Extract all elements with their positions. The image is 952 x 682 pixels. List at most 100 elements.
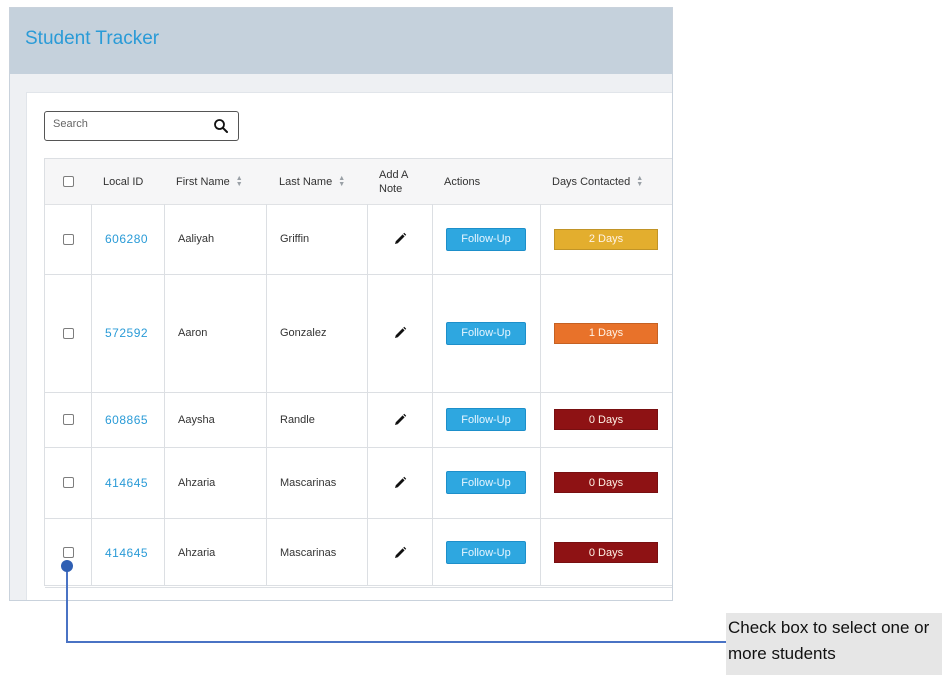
add-note-cell	[393, 447, 407, 518]
actions-cell: Follow-Up	[446, 447, 526, 518]
student-table: Local ID First Name ▲ ▼ Last Name ▲ ▼ Add …	[44, 158, 672, 588]
col-first-name[interactable]: First Name ▲ ▼	[176, 159, 243, 204]
first-name-cell: Aaron	[178, 274, 207, 392]
local-id-cell: 414645	[105, 447, 148, 518]
follow-up-button[interactable]: Follow-Up	[446, 227, 526, 251]
callout-connector-horizontal	[66, 641, 726, 643]
pencil-icon[interactable]	[393, 326, 407, 340]
actions-cell: Follow-Up	[446, 274, 526, 392]
row-select-cell	[63, 274, 74, 392]
actions-cell: Follow-Up	[446, 518, 526, 587]
row-select-cell	[63, 447, 74, 518]
col-local-id-label: Local ID	[103, 175, 144, 188]
col-last-name-label: Last Name	[279, 175, 333, 188]
callout-connector-vertical	[66, 566, 68, 643]
table-header: Local ID First Name ▲ ▼ Last Name ▲ ▼ Add …	[45, 159, 672, 205]
first-name: Aaysha	[178, 413, 215, 426]
days-contacted-cell: 2 Days	[554, 204, 658, 274]
days-contacted-badge: 2 Days	[554, 228, 658, 250]
col-days-contacted-label: Days Contacted	[552, 175, 631, 188]
select-all-cell	[63, 159, 74, 204]
select-all-checkbox[interactable]	[63, 176, 74, 187]
last-name: Randle	[280, 413, 315, 426]
actions-cell: Follow-Up	[446, 392, 526, 447]
app-title: Student Tracker	[25, 28, 160, 49]
row-checkbox[interactable]	[63, 327, 74, 339]
col-first-name-label: First Name	[176, 175, 230, 188]
pencil-icon[interactable]	[393, 413, 407, 427]
local-id-link[interactable]: 572592	[105, 326, 148, 340]
pencil-icon[interactable]	[393, 476, 407, 490]
row-select-cell	[63, 204, 74, 274]
first-name-cell: Aaliyah	[178, 204, 214, 274]
follow-up-button[interactable]: Follow-Up	[446, 408, 526, 431]
sort-icon[interactable]: ▲ ▼	[236, 175, 243, 188]
app-window: Student Tracker Local ID First Name ▲▼ L…	[9, 7, 673, 601]
local-id-cell: 414645	[105, 518, 148, 587]
row-checkbox[interactable]	[63, 233, 74, 245]
local-id-link[interactable]: 414645	[105, 546, 148, 560]
local-id-cell: 606280	[105, 204, 148, 274]
add-note-cell	[393, 274, 407, 392]
last-name: Gonzalez	[280, 327, 327, 339]
days-contacted-cell: 0 Days	[554, 518, 658, 587]
local-id-link[interactable]: 606280	[105, 232, 148, 246]
local-id-cell: 572592	[105, 274, 148, 392]
first-name: Aaliyah	[178, 233, 215, 245]
days-contacted-cell: 1 Days	[554, 274, 658, 392]
last-name: Griffin	[280, 233, 310, 245]
follow-up-button[interactable]: Follow-Up	[446, 541, 526, 564]
search-icon[interactable]	[213, 118, 229, 134]
col-add-note-label: Add A Note	[379, 168, 408, 195]
search-box[interactable]	[44, 111, 239, 141]
days-contacted-badge: 0 Days	[554, 409, 658, 430]
first-name: Ahzaria	[178, 476, 216, 489]
last-name-cell: Mascarinas	[280, 518, 336, 587]
first-name-cell: Aaysha	[178, 392, 215, 447]
last-name: Mascarinas	[280, 546, 337, 559]
col-actions-label: Actions	[444, 175, 481, 188]
days-contacted-badge: 0 Days	[554, 542, 658, 563]
callout-anchor-dot	[61, 560, 73, 572]
last-name-cell: Griffin	[280, 204, 309, 274]
local-id-link[interactable]: 414645	[105, 476, 148, 490]
col-last-name[interactable]: Last Name ▲ ▼	[279, 159, 345, 204]
col-add-note: Add A Note	[379, 159, 419, 204]
row-checkbox[interactable]	[63, 547, 74, 558]
add-note-cell	[393, 392, 407, 447]
first-name-cell: Ahzaria	[178, 518, 215, 587]
follow-up-button[interactable]: Follow-Up	[446, 321, 526, 345]
table-row: 572592 Aaron Gonzalez Follow-Up 1 Days	[45, 274, 672, 393]
first-name: Aaron	[178, 327, 208, 339]
app-header: Student Tracker	[10, 8, 672, 74]
last-name-cell: Randle	[280, 392, 315, 447]
actions-cell: Follow-Up	[446, 204, 526, 274]
first-name: Ahzaria	[178, 546, 216, 559]
pencil-icon[interactable]	[393, 232, 407, 246]
local-id-cell: 608865	[105, 392, 148, 447]
table-row: 414645 Ahzaria Mascarinas Follow-Up 0 Da…	[45, 518, 672, 588]
table-row: 606280 Aaliyah Griffin Follow-Up 2 Days	[45, 204, 672, 275]
table-row: 414645 Ahzaria Mascarinas Follow-Up 0 Da…	[45, 447, 672, 519]
col-days-contacted[interactable]: Days Contacted ▲ ▼	[552, 159, 643, 204]
row-checkbox[interactable]	[63, 477, 74, 488]
days-contacted-badge: 1 Days	[554, 322, 658, 344]
row-select-cell	[63, 518, 74, 587]
search-input[interactable]	[53, 118, 203, 130]
add-note-cell	[393, 518, 407, 587]
last-name: Mascarinas	[280, 476, 337, 489]
row-checkbox[interactable]	[63, 414, 74, 425]
days-contacted-cell: 0 Days	[554, 447, 658, 518]
callout-text: Check box to select one or more students	[726, 613, 942, 675]
col-local-id[interactable]: Local ID	[103, 159, 143, 204]
pencil-icon[interactable]	[393, 546, 407, 560]
sort-icon[interactable]: ▲ ▼	[636, 175, 643, 188]
table-row: 608865 Aaysha Randle Follow-Up 0 Days	[45, 392, 672, 448]
row-select-cell	[63, 392, 74, 447]
follow-up-button[interactable]: Follow-Up	[446, 471, 526, 494]
sort-icon[interactable]: ▲ ▼	[338, 175, 345, 188]
days-contacted-cell: 0 Days	[554, 392, 658, 447]
local-id-link[interactable]: 608865	[105, 413, 148, 427]
col-actions: Actions	[444, 159, 480, 204]
days-contacted-badge: 0 Days	[554, 472, 658, 493]
